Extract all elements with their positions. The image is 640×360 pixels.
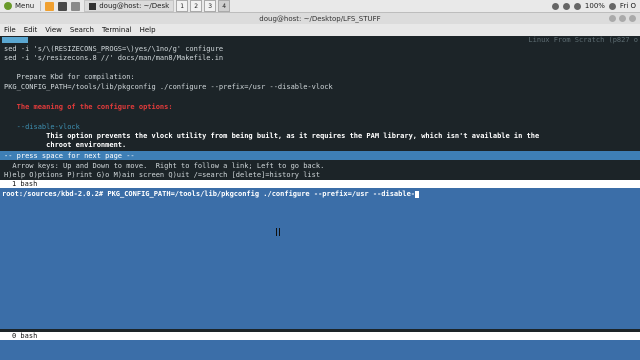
battery-icon[interactable] <box>573 2 581 10</box>
menu-help[interactable]: Help <box>136 26 160 34</box>
terminal-area[interactable]: Linux From Scratch (p827 o sed -i 's/\(R… <box>0 36 640 360</box>
top-panel: Menu doug@host: ~/Desk 1 2 3 4 100% Fri … <box>0 0 640 13</box>
tmux-window-label: 0 bash <box>12 332 38 340</box>
tmux-window-label: 1 bash <box>12 180 38 188</box>
text-line: sed -i 's/\(RESIZECONS_PROGS=\)yes/\1no/… <box>4 45 224 53</box>
text-line: Prepare Kbd for compilation: <box>4 73 135 81</box>
workspace-2[interactable]: 2 <box>190 0 203 12</box>
menu-button[interactable]: Menu <box>0 0 38 12</box>
taskbar-item-label: doug@host: ~/Desk <box>99 2 170 10</box>
clock[interactable]: Fri O <box>620 2 636 10</box>
terminal-icon <box>89 2 97 10</box>
menu-label: Menu <box>15 2 35 10</box>
pager-status-bar: -- press space for next page -- <box>0 151 640 160</box>
battery-percent: 100% <box>584 2 605 10</box>
option-description: This option prevents the vlock utility f… <box>4 132 540 140</box>
shell-pane-lower[interactable] <box>0 340 640 360</box>
terminal-launcher-icon[interactable] <box>58 1 68 11</box>
menu-file[interactable]: File <box>0 26 20 34</box>
system-tray: 100% Fri O <box>551 2 640 10</box>
files-launcher-icon[interactable] <box>71 1 81 11</box>
text-cursor <box>415 190 420 198</box>
help-line: H)elp O)ptions P)rint G)o M)ain screen Q… <box>4 171 321 179</box>
menu-terminal[interactable]: Terminal <box>98 26 136 34</box>
network-icon[interactable] <box>551 2 559 10</box>
help-line: Arrow keys: Up and Down to move. Right t… <box>4 162 325 170</box>
menubar: File Edit View Search Terminal Help <box>0 24 640 36</box>
window-titlebar[interactable]: doug@host: ~/Desktop/LFS_STUFF <box>0 13 640 24</box>
workspace-1[interactable]: 1 <box>176 0 189 12</box>
firefox-launcher-icon[interactable] <box>45 1 55 11</box>
taskbar-item-terminal[interactable]: doug@host: ~/Desk <box>84 0 175 12</box>
shell-pane[interactable]: root:/sources/kbd-2.0.2# PKG_CONFIG_PATH… <box>0 188 640 329</box>
text-line: sed -i 's/resizecons.8 //' docs/man/man8… <box>4 54 224 62</box>
workspace-3[interactable]: 3 <box>204 0 217 12</box>
window-title: doug@host: ~/Desktop/LFS_STUFF <box>259 14 381 23</box>
volume-icon[interactable] <box>562 2 570 10</box>
user-icon[interactable] <box>608 2 616 10</box>
lfs-banner: Linux From Scratch (p827 o <box>528 36 638 44</box>
pager-status: -- press space for next page -- <box>4 152 135 160</box>
tmux-pane-label-top[interactable]: 1 bash <box>0 180 640 188</box>
option-term: --disable-vlock <box>4 123 80 131</box>
mouse-ibeam-icon <box>276 228 280 236</box>
menu-search[interactable]: Search <box>66 26 98 34</box>
menu-edit[interactable]: Edit <box>20 26 42 34</box>
shell-prompt: root:/sources/kbd-2.0.2# PKG_CONFIG_PATH… <box>2 190 420 198</box>
command-text: root:/sources/kbd-2.0.2# PKG_CONFIG_PATH… <box>2 190 416 198</box>
menu-view[interactable]: View <box>41 26 66 34</box>
option-description: chroot environment. <box>4 141 127 149</box>
text-line: PKG_CONFIG_PATH=/tools/lib/pkgconfig ./c… <box>4 83 333 91</box>
heading-configure-options: The meaning of the configure options: <box>4 103 173 111</box>
menu-icon <box>4 2 12 10</box>
tmux-pane-label-bottom[interactable]: 0 bash <box>0 332 640 340</box>
page-marker <box>2 37 28 43</box>
divider <box>40 1 42 11</box>
workspace-4[interactable]: 4 <box>218 0 231 12</box>
